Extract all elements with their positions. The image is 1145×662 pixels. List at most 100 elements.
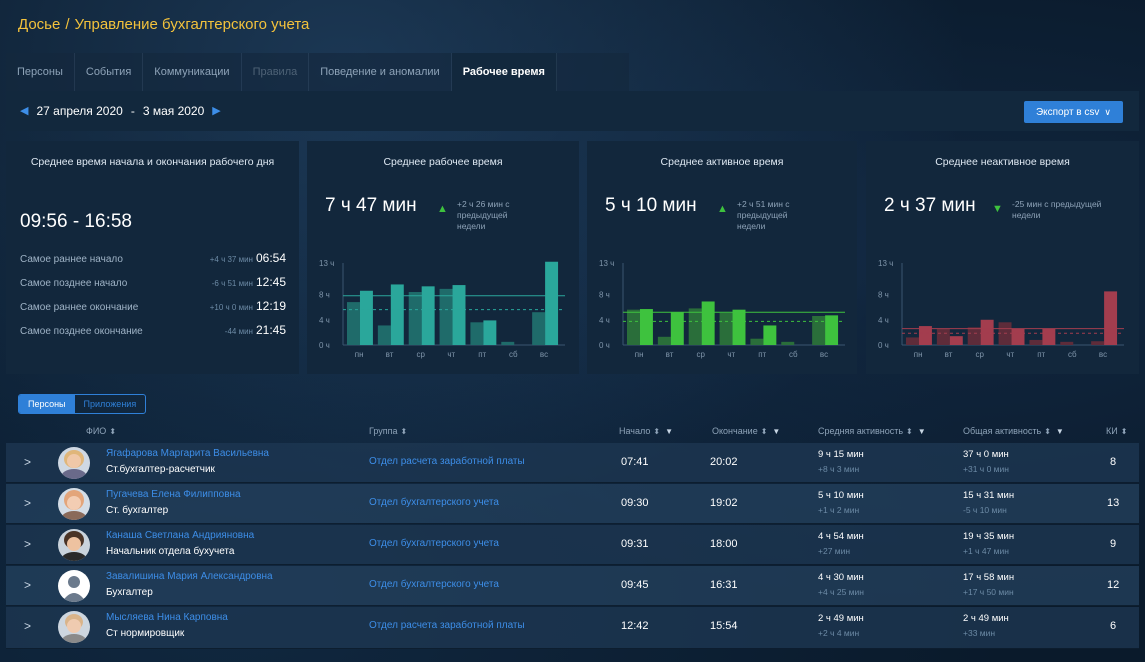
total-activity-value: 17 ч 58 мин <box>963 572 1015 583</box>
col-name[interactable]: ФИО ⬍ <box>86 426 116 436</box>
y-tick-label: 13 ч <box>319 259 334 268</box>
col-avg-activity[interactable]: Средняя активность ⬍ ▼ <box>818 426 926 436</box>
avg-work-value: 7 ч 47 мин <box>325 195 417 216</box>
filter-icon[interactable]: ▼ <box>1056 427 1064 436</box>
sort-icon[interactable]: ⬍ <box>1044 427 1051 436</box>
bar-prev-week <box>719 312 733 345</box>
start-time: 09:30 <box>621 497 649 509</box>
bar-current-week <box>639 309 653 345</box>
person-group[interactable]: Отдел бухгалтерского учета <box>369 538 499 549</box>
bar-current-week <box>1104 291 1118 345</box>
sort-icon[interactable]: ⬍ <box>109 427 116 436</box>
person-role: Ст.бухгалтер-расчетчик <box>106 464 215 475</box>
bar-current-week <box>1042 328 1056 345</box>
card-active-time: Среднее активное время 5 ч 10 мин ▲ +2 ч… <box>587 141 857 374</box>
x-tick-label: сб <box>509 350 518 359</box>
sort-icon[interactable]: ⬍ <box>653 427 660 436</box>
col-start[interactable]: Начало ⬍ ▼ <box>619 426 673 436</box>
tab-rules[interactable]: Правила <box>242 53 310 91</box>
person-name[interactable]: Мысляева Нина Карповна <box>106 612 228 623</box>
stat-delta: -6 ч 51 мин <box>211 279 253 288</box>
bar-current-week <box>359 290 373 345</box>
person-name[interactable]: Канаша Светлана Андрияновна <box>106 530 254 541</box>
table-row[interactable]: > Пугачева Елена Филипповна Ст. бухгалте… <box>6 484 1139 524</box>
bar-prev-week <box>1029 339 1043 345</box>
next-week-icon[interactable]: ▶ <box>212 91 220 131</box>
x-tick-label: пн <box>355 350 364 359</box>
expand-icon[interactable]: > <box>24 496 31 510</box>
stat-latest-end: Самое позднее окончание -44 мин 21:45 <box>20 323 286 337</box>
expand-icon[interactable]: > <box>24 619 31 633</box>
x-tick-label: вт <box>386 350 394 359</box>
bar-prev-week <box>906 337 919 345</box>
tab-communications[interactable]: Коммуникации <box>143 53 242 91</box>
avatar <box>58 611 90 643</box>
avg-activity: 2 ч 49 мин +2 ч 4 мин <box>818 612 864 640</box>
table-row[interactable]: > Канаша Светлана Андрияновна Начальник … <box>6 525 1139 565</box>
count: 13 <box>1107 497 1120 509</box>
bar-prev-week <box>688 308 702 345</box>
sort-icon[interactable]: ⬍ <box>906 427 913 436</box>
tab-behavior[interactable]: Поведение и аномалии <box>309 53 452 91</box>
expand-icon[interactable]: > <box>24 455 31 469</box>
prev-week-icon[interactable]: ◀ <box>20 91 28 131</box>
x-tick-label: пн <box>914 350 923 359</box>
avg-activity: 4 ч 30 мин +4 ч 25 мин <box>818 571 864 599</box>
table-row[interactable]: > Завалишина Мария Александровна Бухгалт… <box>6 566 1139 606</box>
person-group[interactable]: Отдел расчета заработной платы <box>369 456 525 467</box>
breadcrumb-root[interactable]: Досье <box>18 16 60 33</box>
tab-work-time[interactable]: Рабочее время <box>451 53 557 91</box>
total-activity: 37 ч 0 мин +31 ч 0 мин <box>963 448 1009 476</box>
person-group[interactable]: Отдел расчета заработной платы <box>369 620 525 631</box>
col-end-label: Окончание <box>712 426 758 436</box>
bar-current-week <box>390 284 404 345</box>
bar-prev-week <box>347 302 360 345</box>
x-tick-label: чт <box>1006 350 1014 359</box>
col-group[interactable]: Группа ⬍ <box>369 426 407 436</box>
x-tick-label: сб <box>789 350 798 359</box>
person-group[interactable]: Отдел бухгалтерского учета <box>369 497 499 508</box>
card-work-title: Среднее рабочее время <box>383 156 503 168</box>
bar-current-week <box>701 301 715 345</box>
toggle-apps[interactable]: Приложения <box>75 395 146 413</box>
export-csv-button[interactable]: Экспорт в csv ∨ <box>1023 101 1123 123</box>
tab-bar: Персоны События Коммуникации Правила Пов… <box>6 53 629 91</box>
person-name[interactable]: Пугачева Елена Филипповна <box>106 489 241 500</box>
col-total-activity[interactable]: Общая активность ⬍ ▼ <box>963 426 1064 436</box>
bar-current-week <box>980 319 994 345</box>
trend-text: +2 ч 51 мин с предыдущей недели <box>737 199 790 231</box>
toggle-persons[interactable]: Персоны <box>19 395 75 413</box>
table-row[interactable]: > Ягафарова Маргарита Васильевна Ст.бухг… <box>6 443 1139 483</box>
expand-icon[interactable]: > <box>24 578 31 592</box>
person-name[interactable]: Ягафарова Маргарита Васильевна <box>106 448 269 459</box>
stat-label: Самое раннее начало <box>20 254 123 265</box>
filter-icon[interactable]: ▼ <box>665 427 673 436</box>
sort-icon[interactable]: ⬍ <box>1121 427 1128 436</box>
col-end[interactable]: Окончание ⬍ ▼ <box>712 426 780 436</box>
filter-icon[interactable]: ▼ <box>918 427 926 436</box>
inactive-time-chart: 13 ч 8 ч 4 ч 0 ч пн вт ср чт пт сб вс <box>878 259 1124 359</box>
table-row[interactable]: > Мысляева Нина Карповна Ст нормировщик … <box>6 607 1139 649</box>
col-count[interactable]: КИ ⬍ <box>1106 426 1127 436</box>
count: 9 <box>1110 538 1117 550</box>
person-name[interactable]: Завалишина Мария Александровна <box>106 571 273 582</box>
expand-icon[interactable]: > <box>24 537 31 551</box>
sort-icon[interactable]: ⬍ <box>401 427 408 436</box>
filter-icon[interactable]: ▼ <box>772 427 780 436</box>
bar-current-week <box>763 325 777 345</box>
avatar <box>58 488 90 520</box>
tab-events[interactable]: События <box>75 53 144 91</box>
trend-up-icon: ▲ <box>437 203 448 215</box>
bar-prev-week <box>408 292 422 345</box>
y-tick-label: 8 ч <box>599 291 610 300</box>
sort-icon[interactable]: ⬍ <box>761 427 768 436</box>
y-tick-label: 8 ч <box>878 291 889 300</box>
avatar <box>58 447 90 479</box>
export-csv-label: Экспорт в csv <box>1035 107 1100 118</box>
end-time: 19:02 <box>710 497 738 509</box>
tab-persons[interactable]: Персоны <box>6 53 75 91</box>
x-tick-label: пт <box>1037 350 1045 359</box>
person-group[interactable]: Отдел бухгалтерского учета <box>369 579 499 590</box>
total-activity-value: 2 ч 49 мин <box>963 613 1009 624</box>
bar-prev-week <box>501 341 515 345</box>
